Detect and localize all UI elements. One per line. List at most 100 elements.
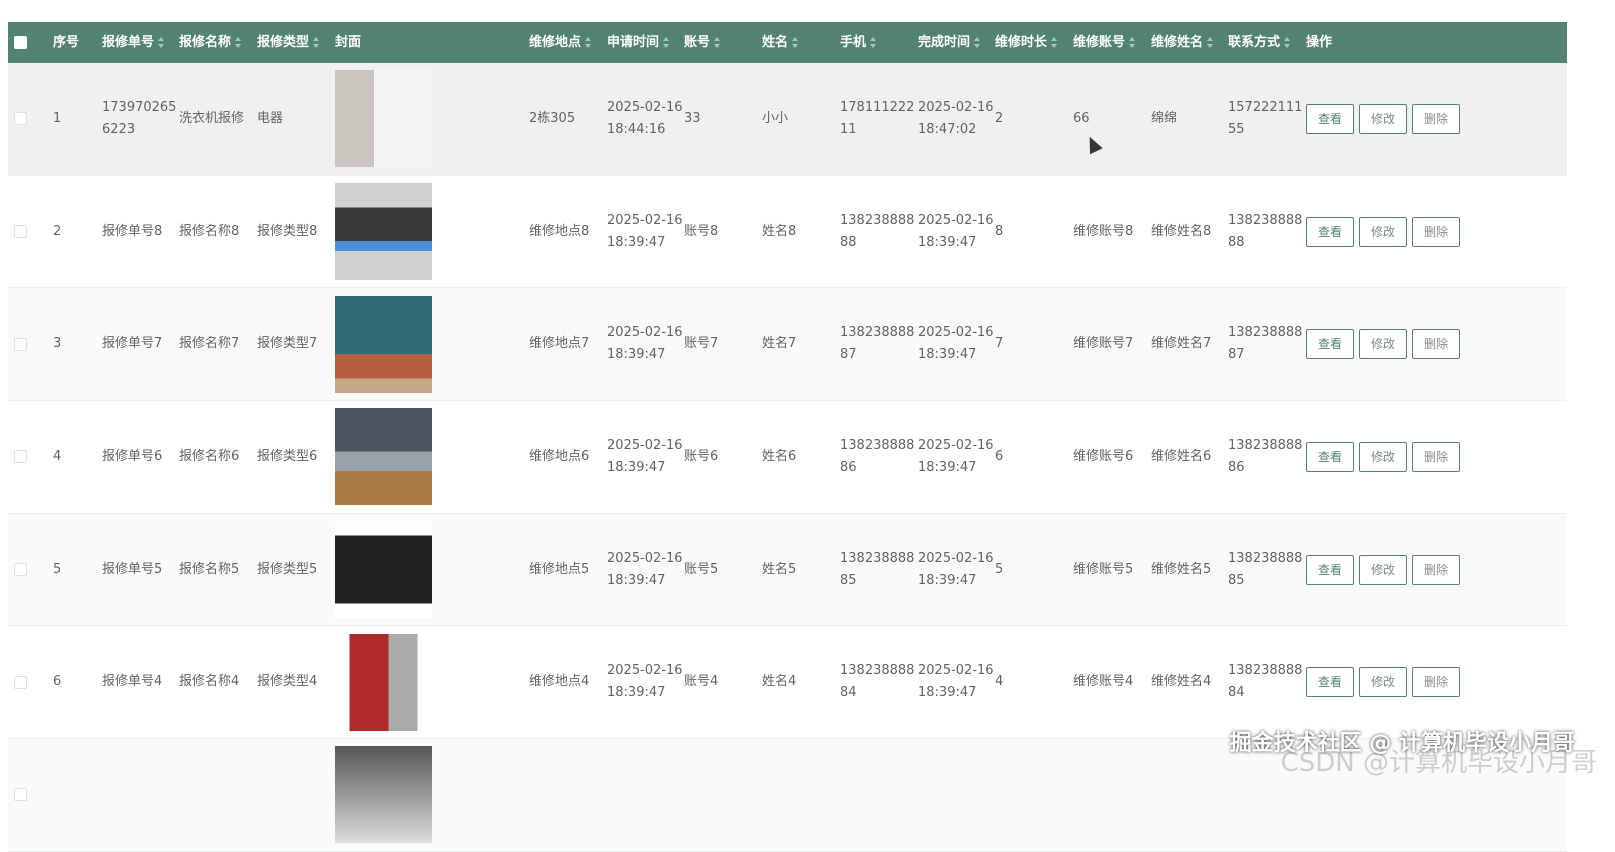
view-button[interactable]: 查看 <box>1306 329 1354 360</box>
cell-no: 报修单号6 <box>102 448 163 464</box>
cell-place: 维修地点8 <box>529 223 590 239</box>
cover-image-food-processor <box>335 295 432 393</box>
delete-button[interactable]: 删除 <box>1412 329 1460 360</box>
cell-phone: 17811122211 <box>840 99 915 137</box>
cell-idx: 6 <box>53 674 62 690</box>
cell-racc: 维修账号8 <box>1073 223 1134 239</box>
cell-dur: 7 <box>995 336 1004 352</box>
cell-rname: 维修姓名8 <box>1151 223 1212 239</box>
view-button[interactable]: 查看 <box>1306 216 1354 247</box>
cell-contact: 13823888885 <box>1228 550 1303 588</box>
edit-button[interactable]: 修改 <box>1359 103 1407 134</box>
column-header-label: 申请时间 <box>607 34 660 50</box>
cell-name: 报修名称5 <box>179 561 240 577</box>
sort-icon[interactable] <box>585 37 592 48</box>
column-header[interactable]: 报修单号 <box>102 32 179 54</box>
column-header[interactable]: 维修时长 <box>995 32 1073 54</box>
table-row[interactable]: 4 报修单号6 报修名称6 报修类型6 维修地点6 2025-02-16 18:39:47… <box>8 401 1567 514</box>
column-header: 序号 <box>53 32 102 54</box>
column-header[interactable]: 联系方式 <box>1228 32 1306 54</box>
cell-uname: 小小 <box>762 110 789 126</box>
sort-icon[interactable] <box>1207 37 1214 48</box>
delete-button[interactable]: 删除 <box>1412 667 1460 698</box>
column-header[interactable]: 姓名 <box>762 32 840 54</box>
sort-icon[interactable] <box>870 37 877 48</box>
cell-type: 报修类型4 <box>257 674 318 690</box>
edit-button[interactable]: 修改 <box>1359 554 1407 585</box>
edit-button[interactable]: 修改 <box>1359 329 1407 360</box>
edit-button[interactable]: 修改 <box>1359 216 1407 247</box>
column-header-label: 封面 <box>335 34 362 50</box>
column-header[interactable]: 维修地点 <box>529 32 607 54</box>
view-button[interactable]: 查看 <box>1306 441 1354 472</box>
cell-account: 账号4 <box>684 674 719 690</box>
cell-rname: 绵绵 <box>1151 110 1178 126</box>
column-header[interactable]: 维修账号 <box>1073 32 1151 54</box>
cell-phone: 13823888887 <box>840 325 915 363</box>
table-row[interactable]: 5 报修单号5 报修名称5 报修类型5 维修地点5 2025-02-16 18:39:47… <box>8 513 1567 627</box>
view-button[interactable]: 查看 <box>1306 554 1354 585</box>
delete-button[interactable]: 删除 <box>1412 103 1460 134</box>
delete-button[interactable]: 删除 <box>1412 441 1460 472</box>
column-header-label: 维修时长 <box>995 34 1048 50</box>
table-row[interactable]: 1 1739702656223 洗衣机报修 电器 2栋305 2025-02-16 18:… <box>8 63 1567 176</box>
sort-icon[interactable] <box>158 37 165 48</box>
row-checkbox[interactable] <box>14 112 27 126</box>
sort-icon[interactable] <box>663 37 670 48</box>
cell-rname: 维修姓名4 <box>1151 674 1212 690</box>
cell-apply: 2025-02-16 18:39:47 <box>607 550 683 588</box>
table-row[interactable]: 3 报修单号7 报修名称7 报修类型7 维修地点7 2025-02-16 18:39:47… <box>8 288 1567 402</box>
cell-apply: 2025-02-16 18:39:47 <box>607 663 683 701</box>
cell-name: 洗衣机报修 <box>179 110 245 126</box>
table-row[interactable]: 2 报修单号8 报修名称8 报修类型8 维修地点8 2025-02-16 18:39:47… <box>8 176 1567 289</box>
row-checkbox[interactable] <box>14 788 27 802</box>
cell-type: 电器 <box>257 110 284 126</box>
delete-button[interactable]: 删除 <box>1412 554 1460 585</box>
row-checkbox[interactable] <box>14 450 27 464</box>
row-checkbox[interactable] <box>14 563 27 577</box>
column-header-label: 联系方式 <box>1228 34 1281 50</box>
edit-button[interactable]: 修改 <box>1359 441 1407 472</box>
sort-icon[interactable] <box>1284 37 1291 48</box>
sort-icon[interactable] <box>1051 37 1058 48</box>
column-header[interactable]: 维修姓名 <box>1151 32 1228 54</box>
view-button[interactable]: 查看 <box>1306 103 1354 134</box>
column-header[interactable]: 报修类型 <box>257 32 335 54</box>
cell-dur: 8 <box>995 223 1004 239</box>
cell-apply: 2025-02-16 18:39:47 <box>607 325 683 363</box>
column-header-label: 姓名 <box>762 34 789 50</box>
cell-contact: 13823888886 <box>1228 437 1303 475</box>
sort-icon[interactable] <box>235 37 242 48</box>
column-header[interactable]: 完成时间 <box>918 32 995 54</box>
sort-icon[interactable] <box>714 37 721 48</box>
cover-image-coffee-machine <box>335 633 432 731</box>
cell-done: 2025-02-16 18:39:47 <box>918 437 994 475</box>
cover-image-washing-machine <box>335 70 432 168</box>
sort-icon[interactable] <box>792 37 799 48</box>
column-header-label: 报修单号 <box>102 34 155 50</box>
cover-image-kitchen <box>335 408 432 506</box>
column-header[interactable]: 申请时间 <box>607 32 684 54</box>
column-header[interactable]: 账号 <box>684 32 762 54</box>
row-checkbox[interactable] <box>14 675 27 689</box>
sort-icon[interactable] <box>1129 37 1136 48</box>
column-header[interactable]: 报修名称 <box>179 32 257 54</box>
edit-button[interactable]: 修改 <box>1359 667 1407 698</box>
cell-no: 1739702656223 <box>102 99 177 137</box>
row-checkbox[interactable] <box>14 225 27 239</box>
row-checkbox[interactable] <box>14 337 27 351</box>
column-header[interactable]: 手机 <box>840 32 918 54</box>
cell-racc: 维修账号4 <box>1073 674 1134 690</box>
view-button[interactable]: 查看 <box>1306 667 1354 698</box>
select-all-checkbox[interactable] <box>14 36 27 49</box>
cell-account: 账号6 <box>684 448 719 464</box>
cell-place: 2栋305 <box>529 110 576 126</box>
sort-icon[interactable] <box>974 37 981 48</box>
delete-button[interactable]: 删除 <box>1412 216 1460 247</box>
cell-no: 报修单号4 <box>102 674 163 690</box>
cell-apply: 2025-02-16 18:39:47 <box>607 437 683 475</box>
column-header-label: 账号 <box>684 34 711 50</box>
sort-icon[interactable] <box>313 37 320 48</box>
column-header-label: 操作 <box>1306 34 1333 50</box>
table-row[interactable]: 6 报修单号4 报修名称4 报修类型4 维修地点4 2025-02-16 18:39:47… <box>8 626 1567 740</box>
